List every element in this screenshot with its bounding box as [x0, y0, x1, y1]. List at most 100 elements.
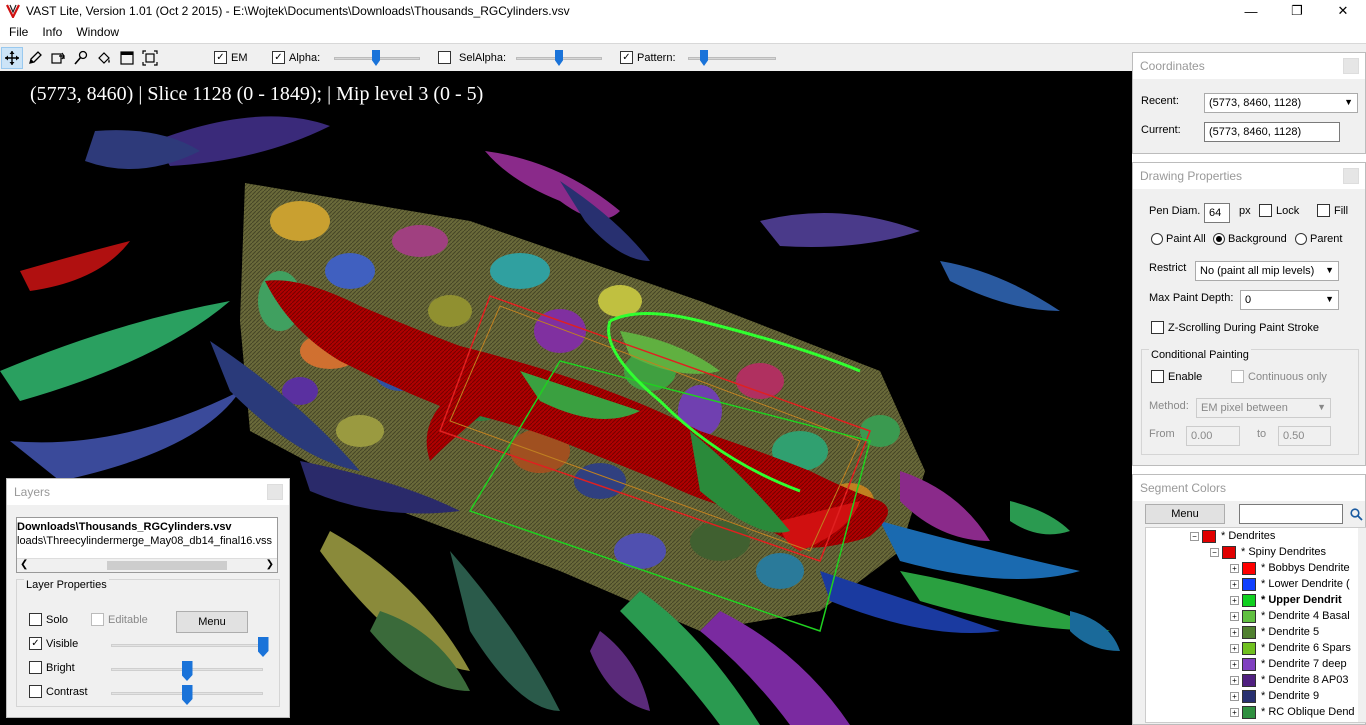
fill-toggle[interactable]: Fill: [1317, 204, 1348, 217]
parent-option[interactable]: Parent: [1295, 233, 1342, 245]
bright-toggle[interactable]: Bright: [29, 661, 75, 674]
expand-icon[interactable]: +: [1230, 643, 1239, 653]
expand-icon[interactable]: +: [1230, 611, 1239, 621]
segment-tree[interactable]: − * Dendrites − * Spiny Dendrites + * Bobbys …: [1145, 527, 1366, 723]
background-radio[interactable]: [1213, 233, 1225, 245]
parent-radio[interactable]: [1295, 233, 1307, 245]
em-checkbox[interactable]: ✓: [214, 51, 227, 64]
selalpha-toggle[interactable]: SelAlpha:: [438, 51, 506, 64]
segment-tree-item[interactable]: + * RC Oblique Dend: [1146, 704, 1366, 720]
bright-checkbox[interactable]: [29, 661, 42, 674]
segment-tree-item[interactable]: + * Dendrite 5: [1146, 624, 1366, 640]
drawing-close-button[interactable]: [1343, 168, 1359, 184]
layer-item-segmentation[interactable]: Downloads\Thousands_RGCylinders.vsv: [17, 518, 277, 533]
contrast-toggle[interactable]: Contrast: [29, 685, 88, 698]
visible-checkbox[interactable]: ✓: [29, 637, 42, 650]
em-toggle[interactable]: ✓ EM: [214, 51, 248, 64]
segment-tree-item[interactable]: + * Dendrite 8 AP03: [1146, 672, 1366, 688]
paint-all-option[interactable]: Paint All: [1151, 233, 1206, 245]
restrict-select[interactable]: No (paint all mip levels) ▼: [1195, 261, 1339, 281]
segment-color-swatch[interactable]: [1242, 657, 1256, 671]
menu-info[interactable]: Info: [35, 25, 69, 39]
segment-color-swatch[interactable]: [1242, 561, 1256, 575]
move-tool-button[interactable]: [1, 46, 23, 69]
layer-list[interactable]: Downloads\Thousands_RGCylinders.vsv load…: [16, 517, 278, 573]
expand-icon[interactable]: +: [1230, 563, 1239, 573]
segment-tree-item[interactable]: + * Dendrite 7 deep: [1146, 656, 1366, 672]
segment-tree-item[interactable]: − * Spiny Dendrites: [1146, 544, 1366, 560]
segment-color-swatch[interactable]: [1202, 529, 1216, 543]
segment-color-swatch[interactable]: [1242, 577, 1256, 591]
expand-icon[interactable]: +: [1230, 691, 1239, 701]
segment-menu-button[interactable]: Menu: [1145, 504, 1225, 524]
menu-window[interactable]: Window: [69, 25, 126, 39]
layer-menu-button[interactable]: Menu: [176, 611, 248, 633]
segment-tree-item[interactable]: + * Upper Dendrit: [1146, 592, 1366, 608]
alpha-checkbox[interactable]: ✓: [272, 51, 285, 64]
segment-color-swatch[interactable]: [1242, 721, 1256, 722]
restore-button[interactable]: ❐: [1274, 0, 1320, 22]
collapse-icon[interactable]: −: [1210, 547, 1219, 557]
visible-toggle[interactable]: ✓ Visible: [29, 637, 78, 650]
scroll-thumb[interactable]: [107, 561, 227, 570]
scroll-left-icon[interactable]: ❮: [20, 559, 28, 570]
paint-all-radio[interactable]: [1151, 233, 1163, 245]
alpha-slider-thumb[interactable]: [372, 50, 380, 66]
scroll-right-icon[interactable]: ❯: [266, 559, 274, 570]
fill-tool-button[interactable]: [47, 47, 69, 69]
enable-checkbox[interactable]: [1151, 370, 1164, 383]
expand-icon[interactable]: +: [1230, 659, 1239, 669]
bucket-tool-button[interactable]: [93, 47, 115, 69]
fill-checkbox[interactable]: [1317, 204, 1330, 217]
segment-color-swatch[interactable]: [1242, 641, 1256, 655]
expand-icon[interactable]: +: [1230, 627, 1239, 637]
segment-tree-item[interactable]: +* Additional Dend: [1146, 720, 1366, 722]
segment-color-swatch[interactable]: [1242, 609, 1256, 623]
segment-color-swatch[interactable]: [1242, 593, 1256, 607]
segment-color-swatch[interactable]: [1242, 625, 1256, 639]
window-tool-button[interactable]: [116, 47, 138, 69]
recent-coordinates-select[interactable]: (5773, 8460, 1128) ▼: [1204, 93, 1358, 113]
segment-color-swatch[interactable]: [1242, 705, 1256, 719]
selalpha-slider-thumb[interactable]: [555, 50, 563, 66]
layer-item-segments[interactable]: loads\Threecylindermerge_May08_db14_fina…: [17, 533, 277, 547]
pencil-tool-button[interactable]: [24, 47, 46, 69]
close-button[interactable]: ✕: [1320, 0, 1366, 22]
lock-toggle[interactable]: Lock: [1259, 204, 1299, 217]
enable-toggle[interactable]: Enable: [1151, 370, 1202, 383]
pen-diameter-field[interactable]: 64: [1204, 203, 1230, 223]
max-paint-depth-select[interactable]: 0 ▼: [1240, 290, 1339, 310]
segment-tree-item[interactable]: + * Dendrite 6 Spars: [1146, 640, 1366, 656]
solo-toggle[interactable]: Solo: [29, 613, 68, 626]
segment-color-swatch[interactable]: [1242, 673, 1256, 687]
expand-icon[interactable]: +: [1230, 595, 1239, 605]
segment-tree-item[interactable]: + * Bobbys Dendrite: [1146, 560, 1366, 576]
segment-tree-item[interactable]: + * Lower Dendrite (: [1146, 576, 1366, 592]
coordinates-close-button[interactable]: [1343, 58, 1359, 74]
expand-icon[interactable]: +: [1230, 675, 1239, 685]
fit-tool-button[interactable]: [139, 47, 161, 69]
pattern-slider-thumb[interactable]: [700, 50, 708, 66]
expand-icon[interactable]: +: [1230, 579, 1239, 589]
layer-list-scrollbar[interactable]: ❮ ❯: [17, 558, 277, 572]
segment-color-swatch[interactable]: [1222, 545, 1236, 559]
expand-icon[interactable]: +: [1230, 707, 1239, 717]
collapse-icon[interactable]: −: [1190, 531, 1199, 541]
current-coordinates-field[interactable]: (5773, 8460, 1128): [1204, 122, 1340, 142]
z-scrolling-checkbox[interactable]: [1151, 321, 1164, 334]
lock-checkbox[interactable]: [1259, 204, 1272, 217]
menu-file[interactable]: File: [2, 25, 35, 39]
pattern-toggle[interactable]: ✓ Pattern:: [620, 51, 676, 64]
solo-checkbox[interactable]: [29, 613, 42, 626]
search-button[interactable]: [1347, 504, 1365, 524]
z-scrolling-toggle[interactable]: Z-Scrolling During Paint Stroke: [1151, 321, 1319, 334]
segment-search-input[interactable]: [1239, 504, 1343, 524]
selalpha-checkbox[interactable]: [438, 51, 451, 64]
layers-close-button[interactable]: [267, 484, 283, 500]
tree-scrollbar[interactable]: [1358, 528, 1366, 722]
segment-tree-item[interactable]: − * Dendrites: [1146, 528, 1366, 544]
visible-slider-track[interactable]: [111, 644, 263, 647]
segment-color-swatch[interactable]: [1242, 689, 1256, 703]
pattern-checkbox[interactable]: ✓: [620, 51, 633, 64]
segment-tree-item[interactable]: + * Dendrite 4 Basal: [1146, 608, 1366, 624]
